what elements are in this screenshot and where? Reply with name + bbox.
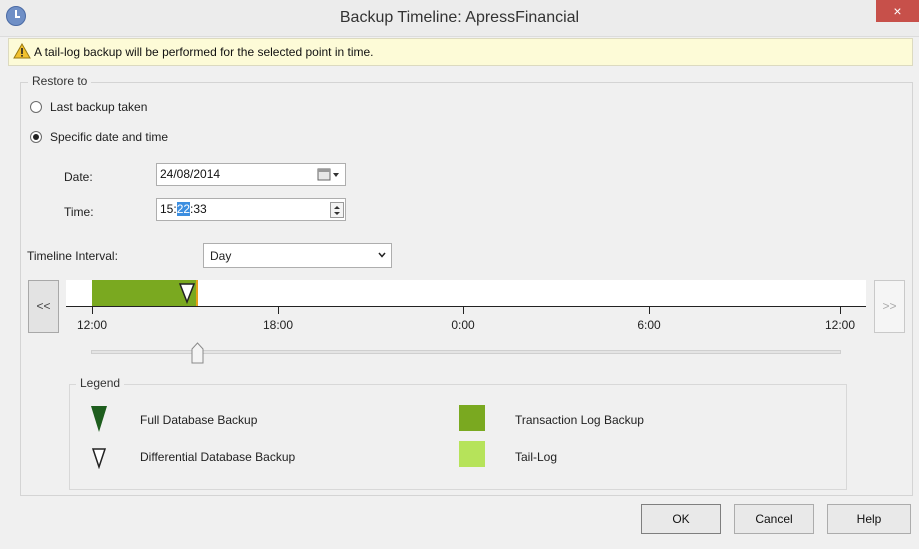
date-value: 24/08/2014	[160, 167, 221, 181]
time-hours: 15:	[160, 202, 177, 216]
timeline-tick-label: 12:00	[76, 318, 108, 332]
timeline-tick-label: 6:00	[637, 318, 661, 332]
last-backup-label[interactable]: Last backup taken	[50, 100, 147, 114]
window-title: Backup Timeline: ApressFinancial	[339, 9, 580, 26]
timeline-tick	[92, 306, 93, 314]
legend-differential-backup-label: Differential Database Backup	[140, 450, 296, 464]
timeline-tick-label: 0:00	[451, 318, 475, 332]
selected-point-marker[interactable]	[196, 280, 198, 306]
ok-button[interactable]: OK	[641, 504, 721, 534]
timeline-tick	[463, 306, 464, 314]
timeline-tick-label: 12:00	[824, 318, 856, 332]
timeline-interval-value: Day	[210, 249, 232, 263]
date-field[interactable]: 24/08/2014	[156, 163, 346, 186]
close-button[interactable]: ×	[876, 0, 919, 22]
info-bar: A tail-log backup will be performed for …	[8, 38, 913, 66]
specific-date-radio[interactable]	[30, 131, 42, 143]
legend-full-backup-label: Full Database Backup	[140, 413, 258, 427]
time-label: Time:	[64, 205, 94, 219]
calendar-dropdown-icon[interactable]	[317, 168, 343, 181]
last-backup-radio[interactable]	[30, 101, 42, 113]
time-minutes-selected: 22	[176, 202, 191, 216]
chevron-down-icon	[378, 252, 386, 258]
time-spin-buttons[interactable]	[330, 202, 344, 218]
differential-backup-icon	[91, 448, 107, 469]
timeline-interval-select[interactable]: Day	[203, 243, 392, 268]
tail-log-swatch	[459, 441, 485, 467]
legend-transaction-log-label: Transaction Log Backup	[515, 413, 644, 427]
date-label: Date:	[64, 170, 93, 184]
legend-caption: Legend	[76, 376, 125, 390]
timeline-axis	[66, 306, 866, 307]
full-backup-icon	[91, 406, 107, 432]
timeline-next-button[interactable]: >>	[874, 280, 905, 333]
timeline-tick	[649, 306, 650, 314]
transaction-log-swatch	[459, 405, 485, 431]
timeline-slider-thumb[interactable]	[191, 342, 204, 364]
time-seconds: :33	[190, 202, 207, 216]
time-field[interactable]: 15:22:33	[156, 198, 346, 221]
info-message: A tail-log backup will be performed for …	[34, 45, 374, 59]
differential-backup-marker-icon	[178, 283, 196, 304]
timeline-previous-button[interactable]: <<	[28, 280, 59, 333]
legend-tail-log-label: Tail-Log	[515, 450, 558, 464]
restore-to-caption: Restore to	[28, 74, 92, 88]
legend-group	[69, 384, 847, 490]
warning-icon	[13, 43, 31, 59]
timeline-tick-label: 18:00	[262, 318, 294, 332]
cancel-button[interactable]: Cancel	[734, 504, 814, 534]
timeline-tick	[278, 306, 279, 314]
help-button[interactable]: Help	[827, 504, 911, 534]
timeline-interval-label: Timeline Interval:	[27, 249, 118, 263]
timeline-tick	[840, 306, 841, 314]
specific-date-label[interactable]: Specific date and time	[50, 130, 168, 144]
time-value: 15:22:33	[160, 202, 207, 216]
